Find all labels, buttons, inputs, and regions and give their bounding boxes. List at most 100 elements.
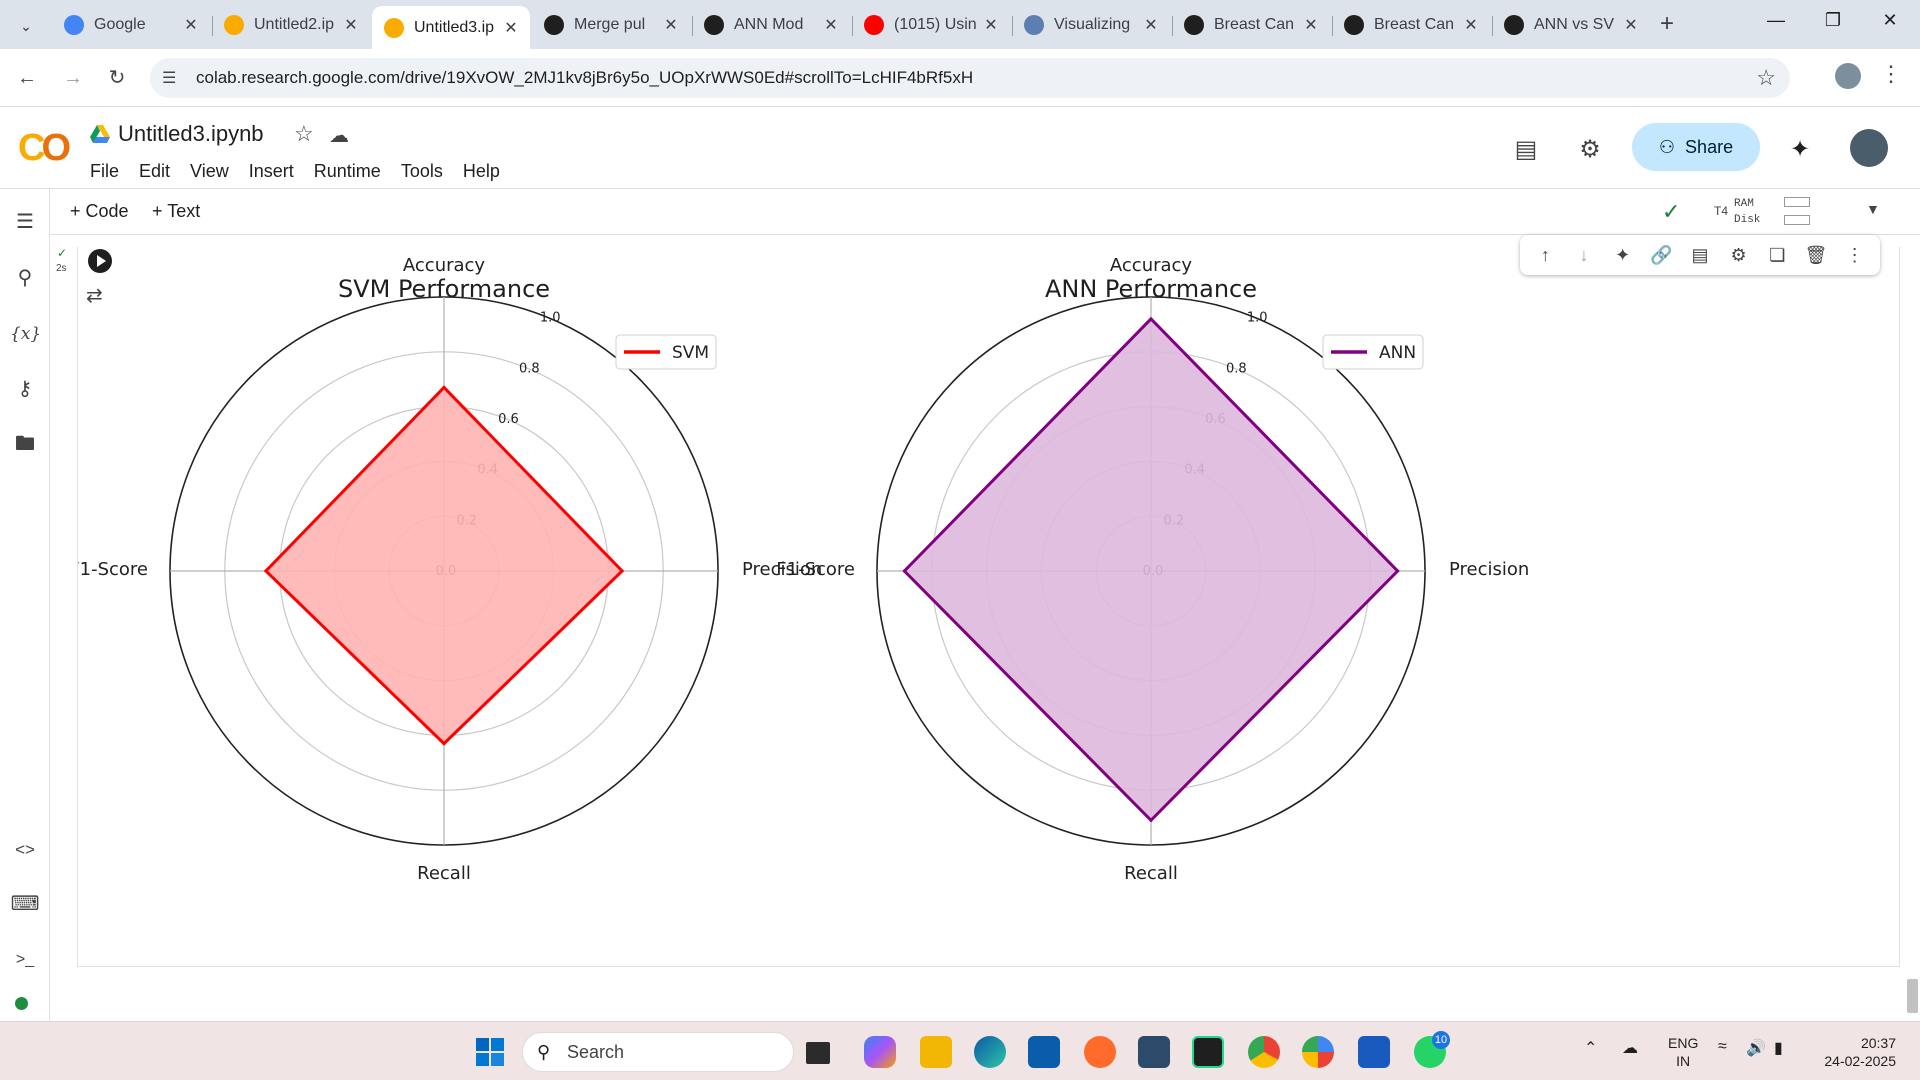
language-indicator[interactable]: ENG IN xyxy=(1668,1034,1698,1070)
colab-menu-bar: File Edit View Insert Runtime Tools Help xyxy=(90,161,520,182)
browser-tab[interactable]: Merge pul ✕ xyxy=(532,6,690,44)
close-tab-icon[interactable]: ✕ xyxy=(1462,15,1480,35)
back-arrow-icon[interactable]: ← xyxy=(12,63,42,93)
chrome-icon[interactable] xyxy=(1248,1036,1280,1068)
settings-gear-icon[interactable]: ⚙ xyxy=(1574,135,1606,164)
resource-monitor[interactable]: RAM Disk xyxy=(1734,196,1760,228)
close-window-icon[interactable]: ✕ xyxy=(1870,10,1910,31)
postman-icon[interactable] xyxy=(1084,1036,1116,1068)
delete-cell-icon[interactable]: 🗑 xyxy=(1801,245,1831,266)
scrollbar-thumb[interactable] xyxy=(1907,979,1918,1013)
menu-help[interactable]: Help xyxy=(463,161,500,182)
gemini-sparkle-icon[interactable]: ✦ xyxy=(1784,135,1816,164)
browser-tab[interactable]: ANN Mod ✕ xyxy=(692,6,850,44)
share-button[interactable]: ⚇ Share xyxy=(1632,123,1760,171)
comment-cell-icon[interactable]: ▤ xyxy=(1685,245,1715,266)
add-text-button[interactable]: + Text xyxy=(152,201,200,222)
close-tab-icon[interactable]: ✕ xyxy=(982,15,1000,35)
edge-icon[interactable] xyxy=(974,1036,1006,1068)
tab-search-chevron-icon[interactable]: ⌄ xyxy=(10,10,42,42)
browser-tab[interactable]: Breast Can ✕ xyxy=(1332,6,1490,44)
user-avatar[interactable] xyxy=(1850,129,1888,167)
colab-logo[interactable]: CO xyxy=(18,127,71,170)
cell-success-check-icon: ✓ xyxy=(57,246,68,260)
close-tab-icon[interactable]: ✕ xyxy=(662,15,680,35)
mysql-workbench-icon[interactable] xyxy=(1138,1036,1170,1068)
browser-tab[interactable]: Visualizing ✕ xyxy=(1012,6,1170,44)
move-cell-up-icon[interactable]: ↑ xyxy=(1530,245,1560,266)
chrome-profile-icon[interactable] xyxy=(1302,1036,1334,1068)
tab-title: Untitled3.ip xyxy=(414,18,495,36)
browser-tab[interactable]: Breast Can ✕ xyxy=(1172,6,1330,44)
new-tab-plus-icon[interactable]: + xyxy=(1652,10,1682,38)
onedrive-cloud-icon[interactable]: ☁ xyxy=(1622,1038,1638,1058)
connected-check-icon[interactable]: ✓ xyxy=(1662,199,1680,225)
taskbar-search-box[interactable]: ⚲ Search xyxy=(522,1032,794,1072)
system-clock[interactable]: 20:37 24-02-2025 xyxy=(1818,1034,1896,1070)
close-tab-icon[interactable]: ✕ xyxy=(822,15,840,35)
site-info-icon[interactable]: ☰ xyxy=(162,68,176,88)
menu-tools[interactable]: Tools xyxy=(401,161,443,182)
radar-data-point xyxy=(1149,818,1153,822)
more-cell-actions-icon[interactable]: ⋮ xyxy=(1840,245,1870,266)
add-code-button[interactable]: + Code xyxy=(70,201,129,222)
show-hidden-icons-chevron-icon[interactable]: ⌃ xyxy=(1584,1038,1597,1058)
terminal-icon[interactable]: >_ xyxy=(10,945,40,975)
reload-icon[interactable]: ↻ xyxy=(102,63,132,93)
battery-icon[interactable]: ▮ xyxy=(1774,1038,1783,1058)
cell-settings-icon[interactable]: ⚙ xyxy=(1724,245,1754,266)
restore-icon[interactable]: ❐ xyxy=(1813,10,1853,31)
browser-tab[interactable]: Untitled2.ip ✕ xyxy=(212,6,370,44)
gemini-cell-icon[interactable]: ✦ xyxy=(1608,245,1638,266)
command-palette-icon[interactable]: ⌨ xyxy=(10,889,40,919)
copilot-icon[interactable] xyxy=(864,1036,896,1068)
close-tab-icon[interactable]: ✕ xyxy=(502,18,520,38)
link-cell-icon[interactable]: 🔗 xyxy=(1646,245,1676,266)
cloud-saved-icon[interactable]: ☁ xyxy=(329,123,349,148)
volume-icon[interactable]: 🔊 xyxy=(1746,1038,1766,1058)
close-tab-icon[interactable]: ✕ xyxy=(182,15,200,35)
browser-tab[interactable]: Untitled3.ip ✕ xyxy=(372,6,530,49)
menu-file[interactable]: File xyxy=(90,161,119,182)
star-notebook-icon[interactable]: ☆ xyxy=(294,121,314,147)
menu-view[interactable]: View xyxy=(190,161,229,182)
browser-profile-avatar[interactable] xyxy=(1835,63,1861,89)
comments-icon[interactable]: ▤ xyxy=(1510,135,1542,164)
browser-tab[interactable]: ANN vs SV ✕ xyxy=(1492,6,1650,44)
bookmark-star-icon[interactable]: ☆ xyxy=(1756,65,1776,91)
close-tab-icon[interactable]: ✕ xyxy=(1302,15,1320,35)
word-icon[interactable] xyxy=(1358,1036,1390,1068)
task-view-icon[interactable] xyxy=(806,1042,830,1064)
wifi-icon[interactable]: ≈ xyxy=(1718,1038,1727,1056)
notebook-title[interactable]: Untitled3.ipynb xyxy=(118,121,264,147)
pycharm-icon[interactable] xyxy=(1192,1036,1224,1068)
table-of-contents-icon[interactable]: ☰ xyxy=(10,207,40,237)
code-snippets-icon[interactable]: <> xyxy=(10,835,40,865)
file-explorer-icon[interactable] xyxy=(920,1036,952,1068)
forward-arrow-icon[interactable]: → xyxy=(58,63,88,93)
runtime-type[interactable]: T4 xyxy=(1714,204,1728,218)
chart-title: SVM Performance xyxy=(338,275,550,303)
browser-menu-icon[interactable]: ⋮ xyxy=(1880,61,1902,87)
files-folder-icon[interactable]: 🖿 xyxy=(10,429,40,459)
menu-runtime[interactable]: Runtime xyxy=(314,161,381,182)
secrets-key-icon[interactable]: ⚷ xyxy=(10,374,40,404)
close-tab-icon[interactable]: ✕ xyxy=(342,15,360,35)
close-tab-icon[interactable]: ✕ xyxy=(1142,15,1160,35)
mirror-cell-icon[interactable]: ❏ xyxy=(1762,245,1792,266)
move-cell-down-icon[interactable]: ↓ xyxy=(1569,245,1599,266)
minimize-icon[interactable]: — xyxy=(1756,10,1796,31)
url-bar[interactable]: ☰ colab.research.google.com/drive/19XvOW… xyxy=(150,58,1790,98)
close-tab-icon[interactable]: ✕ xyxy=(1622,15,1640,35)
tab-separator xyxy=(1492,16,1493,36)
ms-store-icon[interactable] xyxy=(1028,1036,1060,1068)
variables-icon[interactable]: {x} xyxy=(10,319,41,349)
menu-insert[interactable]: Insert xyxy=(249,161,294,182)
youtube-icon xyxy=(864,15,884,35)
browser-tab[interactable]: Google ✕ xyxy=(52,6,210,44)
runtime-dropdown-icon[interactable]: ▼ xyxy=(1866,201,1880,217)
windows-start-icon[interactable] xyxy=(474,1036,506,1068)
menu-edit[interactable]: Edit xyxy=(139,161,170,182)
browser-tab[interactable]: (1015) Usin ✕ xyxy=(852,6,1010,44)
find-replace-icon[interactable]: ⚲ xyxy=(10,263,40,293)
